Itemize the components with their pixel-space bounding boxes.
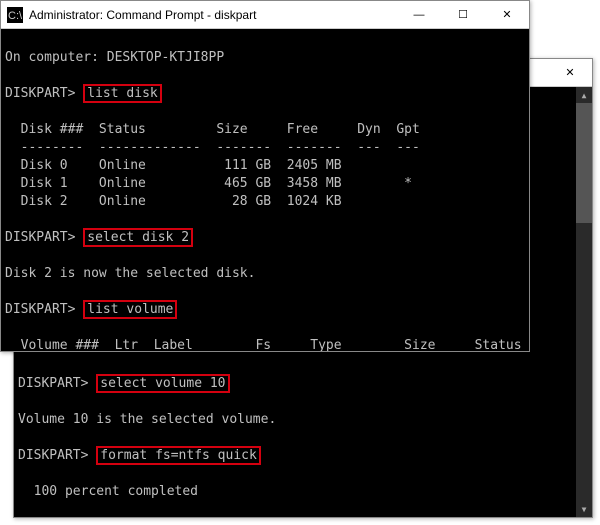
titlebar-front[interactable]: C:\ Administrator: Command Prompt - disk… — [1, 1, 529, 29]
close-button[interactable]: ✕ — [485, 1, 529, 28]
scroll-thumb[interactable] — [576, 103, 592, 223]
table-row: Disk 2 Online 28 GB 1024 KB — [5, 194, 342, 209]
cmd-select-disk: select disk 2 — [83, 228, 193, 247]
table-header: Disk ### Status Size Free Dyn Gpt — [5, 122, 420, 137]
table-header: Volume ### Ltr Label Fs Type Size Status — [5, 338, 522, 351]
prompt: DISKPART> — [5, 302, 83, 317]
scroll-up-icon[interactable]: ▲ — [576, 87, 592, 103]
prompt: DISKPART> — [5, 230, 83, 245]
output-line: Disk 2 is now the selected disk. — [5, 266, 255, 281]
cmd-select-volume: select volume 10 — [96, 374, 229, 393]
table-sep: -------- ------------- ------- ------- -… — [5, 140, 420, 155]
window-title-front: Administrator: Command Prompt - diskpart — [29, 8, 397, 22]
output-line: 100 percent completed — [18, 484, 198, 499]
window-buttons-front: — ☐ ✕ — [397, 1, 529, 28]
scroll-down-icon[interactable]: ▼ — [576, 501, 592, 517]
table-row: Disk 0 Online 111 GB 2405 MB — [5, 158, 342, 173]
prompt: DISKPART> — [18, 376, 96, 391]
window-cmd-front: C:\ Administrator: Command Prompt - disk… — [0, 0, 530, 352]
scrollbar-back[interactable]: ▲ ▼ — [576, 87, 592, 517]
prompt: DISKPART> — [5, 86, 83, 101]
maximize-button[interactable]: ☐ — [441, 1, 485, 28]
prompt: DISKPART> — [18, 448, 96, 463]
minimize-button[interactable]: — — [397, 1, 441, 28]
terminal-front[interactable]: On computer: DESKTOP-KTJI8PP DISKPART> l… — [1, 29, 529, 351]
svg-text:C:\: C:\ — [8, 10, 23, 22]
cmd-list-volume: list volume — [83, 300, 177, 319]
cmd-icon: C:\ — [7, 7, 23, 23]
output-line: Volume 10 is the selected volume. — [18, 412, 276, 427]
close-button[interactable]: ✕ — [548, 59, 592, 86]
output-line: On computer: DESKTOP-KTJI8PP — [5, 50, 224, 65]
cmd-list-disk: list disk — [83, 84, 161, 103]
table-row: Disk 1 Online 465 GB 3458 MB * — [5, 176, 412, 191]
cmd-format: format fs=ntfs quick — [96, 446, 261, 465]
